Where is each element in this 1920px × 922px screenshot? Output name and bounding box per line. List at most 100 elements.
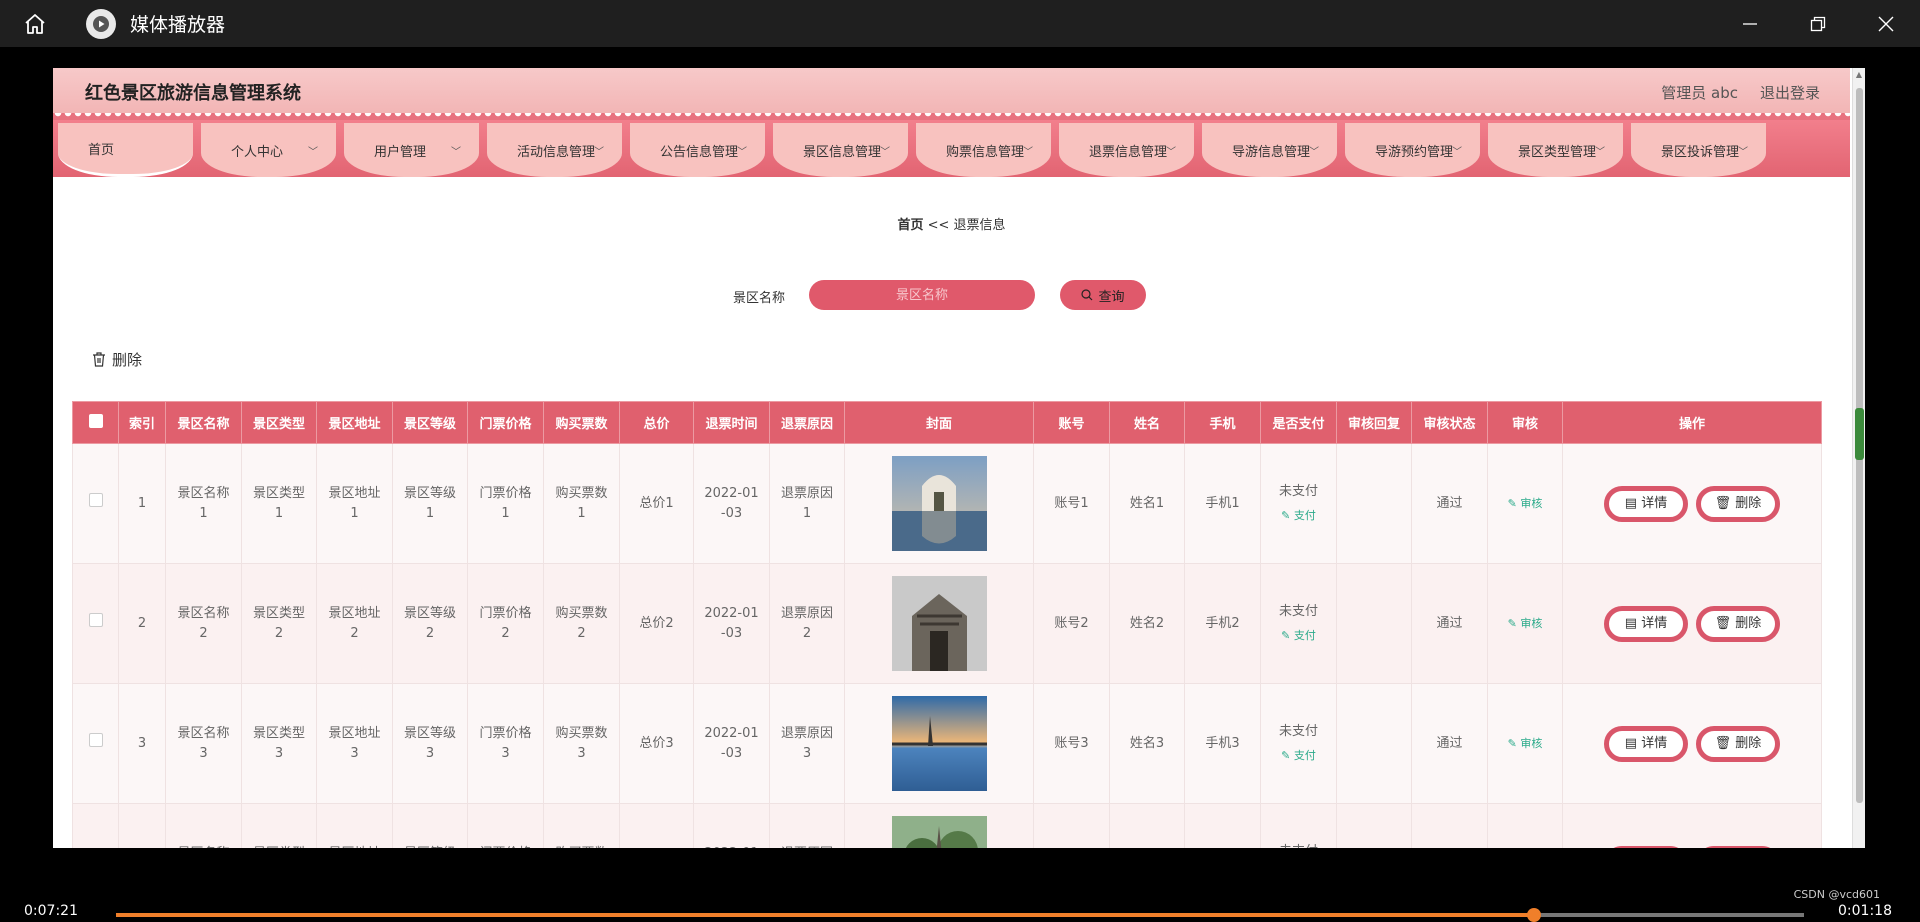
- player-controls: 0:07:21 CSDN @vcd601 0:01:18: [0, 888, 1920, 922]
- query-button[interactable]: 查询: [1060, 280, 1146, 310]
- pay-link[interactable]: ✎ 支付: [1261, 746, 1336, 766]
- nav-item-scenic[interactable]: 景区信息管理 ﹀: [773, 123, 908, 177]
- scenic-name-search-input[interactable]: [809, 280, 1035, 310]
- logout-link[interactable]: 退出登录: [1760, 82, 1820, 103]
- detail-button[interactable]: ▤ 详情: [1604, 725, 1688, 762]
- pay-link[interactable]: ✎ 支付: [1261, 506, 1336, 526]
- column-header: 门票价格: [467, 401, 544, 444]
- cell-status: 通过: [1411, 443, 1488, 564]
- column-header: 封面: [844, 401, 1034, 444]
- nav-item-users[interactable]: 用户管理 ﹀: [344, 123, 479, 177]
- row-delete-button[interactable]: 🗑 删除: [1696, 725, 1780, 762]
- cell-status: 通过: [1411, 683, 1488, 804]
- admin-user-label[interactable]: 管理员 abc: [1661, 82, 1738, 103]
- restore-icon[interactable]: [1784, 0, 1852, 47]
- seek-bar-handle[interactable]: [1526, 908, 1541, 922]
- breadcrumb-current: 退票信息: [953, 218, 1006, 233]
- cell-phone: 手机2: [1184, 563, 1261, 684]
- row-delete-button[interactable]: 🗑 删除: [1696, 485, 1780, 522]
- cover-image: [844, 563, 1034, 684]
- nav-item-activities[interactable]: 活动信息管理 ﹀: [487, 123, 622, 177]
- cover-image: [844, 443, 1034, 564]
- breadcrumb-home[interactable]: 首页: [897, 218, 923, 233]
- cell-phone: 手机4: [1184, 803, 1261, 848]
- breadcrumb: 首页 << 退票信息: [53, 214, 1850, 233]
- row-delete-button[interactable]: 🗑 删除: [1696, 605, 1780, 642]
- nav-item-home[interactable]: 首页: [58, 123, 193, 177]
- cell-status: 通过: [1411, 563, 1488, 684]
- nav-item-guides[interactable]: 导游信息管理 ﹀: [1202, 123, 1337, 177]
- table-row: 1 景区名称 1 景区类型 1 景区地址 1 景区等级 1 门票价格 1 购买票数 1 总价1…: [72, 443, 1822, 564]
- row-delete-button[interactable]: 🗑 删除: [1696, 845, 1780, 848]
- minimize-icon[interactable]: [1716, 0, 1784, 47]
- review-link[interactable]: ✎ 审核: [1508, 497, 1543, 510]
- row-checkbox[interactable]: [72, 563, 119, 684]
- scroll-up-arrow-icon[interactable]: ▲: [1853, 68, 1865, 82]
- chevron-down-icon: ﹀: [737, 146, 747, 158]
- cell-reply: [1336, 683, 1412, 804]
- page-scrollbar[interactable]: ▲: [1852, 68, 1865, 848]
- cell-reply: [1336, 563, 1412, 684]
- cell-level: 景区等级 3: [392, 683, 468, 804]
- detail-button[interactable]: ▤ 详情: [1604, 605, 1688, 642]
- nav-item-guide-booking[interactable]: 导游预约管理 ﹀: [1345, 123, 1480, 177]
- nav-item-tickets[interactable]: 购票信息管理 ﹀: [916, 123, 1051, 177]
- cell-status: 通过: [1411, 803, 1488, 848]
- detail-button[interactable]: ▤ 详情: [1604, 485, 1688, 522]
- nav-item-complaints[interactable]: 景区投诉管理 ﹀: [1631, 123, 1766, 177]
- table-row: 2 景区名称 2 景区类型 2 景区地址 2 景区等级 2 门票价格 2 购买票数 2 总价2…: [72, 563, 1822, 684]
- nav-item-profile[interactable]: 个人中心 ﹀: [201, 123, 336, 177]
- home-icon[interactable]: [0, 0, 70, 47]
- header-user-area: 管理员 abc 退出登录: [1661, 82, 1820, 103]
- player-titlebar: 媒体播放器: [0, 0, 1920, 47]
- query-button-label: 查询: [1098, 289, 1125, 305]
- row-checkbox[interactable]: [72, 443, 119, 564]
- seek-bar-progress: [116, 913, 1534, 917]
- breadcrumb-separator: <<: [927, 218, 950, 233]
- cell-name: 景区名称 2: [165, 563, 242, 684]
- detail-button[interactable]: ▤ 详情: [1604, 845, 1688, 848]
- bulk-delete-button[interactable]: 删除: [92, 349, 142, 370]
- column-header: 退票原因: [769, 401, 845, 444]
- cell-time: 2022-01 -03: [693, 683, 770, 804]
- cell-tickets: 购买票数 2: [543, 563, 620, 684]
- column-header: 总价: [619, 401, 694, 444]
- video-area: 红色景区旅游信息管理系统 管理员 abc 退出登录 首页 个人中心 ﹀ 用户管理 ﹀…: [0, 47, 1920, 922]
- select-all-checkbox[interactable]: [72, 401, 119, 444]
- nav-item-notices[interactable]: 公告信息管理 ﹀: [630, 123, 765, 177]
- cell-account: 账号2: [1033, 563, 1110, 684]
- cell-reason: 退票原因 4: [769, 803, 845, 848]
- cell-phone: 手机3: [1184, 683, 1261, 804]
- nav-item-label: 个人中心: [231, 144, 284, 160]
- column-header: 购买票数: [543, 401, 620, 444]
- window-controls: [1716, 0, 1920, 47]
- pay-link[interactable]: ✎ 支付: [1261, 626, 1336, 646]
- close-icon[interactable]: [1852, 0, 1920, 47]
- search-bar: 景区名称 查询: [53, 280, 1850, 310]
- column-header: 退票时间: [693, 401, 770, 444]
- cell-address: 景区地址 1: [316, 443, 393, 564]
- bulk-delete-label: 删除: [112, 351, 143, 369]
- cell-actions: ▤ 详情 🗑 删除: [1562, 803, 1822, 848]
- cell-review: ✎ 审核: [1487, 683, 1563, 804]
- nav-item-scenic-types[interactable]: 景区类型管理 ﹀: [1488, 123, 1623, 177]
- table-body: 1 景区名称 1 景区类型 1 景区地址 1 景区等级 1 门票价格 1 购买票数 1 总价1…: [72, 443, 1822, 848]
- cell-index: 1: [118, 443, 166, 564]
- elapsed-time: 0:07:21: [24, 903, 78, 919]
- chevron-down-icon: ﹀: [308, 146, 318, 158]
- media-player-logo-icon: [86, 8, 116, 39]
- chevron-down-icon: ﹀: [1595, 146, 1605, 158]
- column-header: 操作: [1562, 401, 1822, 444]
- row-checkbox[interactable]: [72, 803, 119, 848]
- cell-type: 景区类型 3: [241, 683, 317, 804]
- chevron-down-icon: ﹀: [1023, 146, 1033, 158]
- review-link[interactable]: ✎ 审核: [1508, 737, 1543, 750]
- row-checkbox[interactable]: [72, 683, 119, 804]
- seek-bar[interactable]: [116, 908, 1804, 922]
- cell-person: 姓名3: [1109, 683, 1185, 804]
- review-link[interactable]: ✎ 审核: [1508, 617, 1543, 630]
- cell-total: 总价1: [619, 443, 694, 564]
- cell-type: 景区类型 2: [241, 563, 317, 684]
- cell-review: ✎ 审核: [1487, 803, 1563, 848]
- nav-item-refunds[interactable]: 退票信息管理 ﹀: [1059, 123, 1194, 177]
